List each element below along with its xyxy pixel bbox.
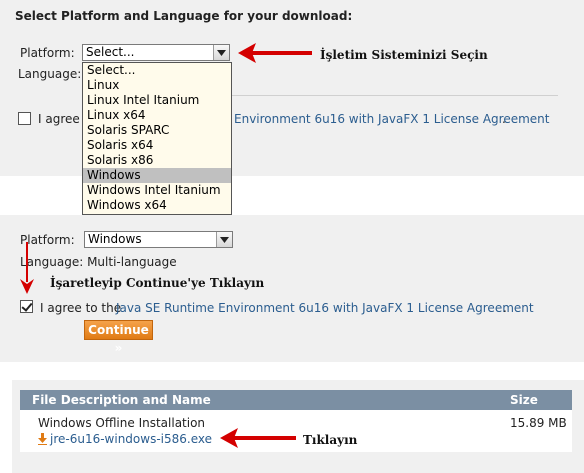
license-link-step2[interactable]: Java SE Runtime Environment 6u16 with Ja…	[116, 301, 534, 315]
agree-text-step1: I agree t	[38, 112, 89, 126]
agree-text-step2: I agree to the	[40, 301, 122, 315]
platform-label: Platform:	[20, 46, 75, 60]
download-link[interactable]: jre-6u16-windows-i586.exe	[38, 432, 212, 446]
platform-dropdown-list[interactable]: Select... Linux Linux Intel Itanium Linu…	[82, 62, 232, 215]
platform-select[interactable]: Windows	[84, 231, 233, 248]
agree-checkbox-step1[interactable]	[18, 112, 31, 125]
agree-checkbox-step2[interactable]	[20, 300, 33, 313]
agree-period-step2: .	[503, 301, 507, 315]
column-file-description: File Description and Name	[32, 393, 211, 407]
platform-label: Platform:	[20, 233, 75, 247]
table-row: Windows Offline Installation 15.89 MB jr…	[20, 410, 572, 452]
platform-select-value: Select...	[86, 45, 135, 59]
language-label: Language:	[18, 67, 82, 81]
continue-button[interactable]: Continue »	[84, 320, 153, 355]
language-text: Language: Multi-language	[20, 255, 177, 269]
chevron-down-icon[interactable]	[213, 45, 229, 60]
file-size: 15.89 MB	[510, 416, 567, 430]
file-description: Windows Offline Installation	[38, 416, 206, 430]
dropdown-option[interactable]: Windows Intel Itanium	[83, 183, 231, 198]
dropdown-option[interactable]: Linux	[83, 78, 231, 93]
annotation-select-os: İşletim Sisteminizi Seçin	[320, 48, 488, 62]
dropdown-option[interactable]: Select...	[83, 63, 231, 78]
annotation-check-continue: İşaretleyip Continue'ye Tıklayın	[50, 276, 265, 290]
dropdown-option-highlighted[interactable]: Windows	[83, 168, 231, 183]
download-arrow-icon	[38, 433, 47, 445]
platform-select[interactable]: Select...	[82, 44, 230, 61]
dropdown-option[interactable]: Windows x64	[83, 198, 231, 213]
dropdown-option[interactable]: Linux x64	[83, 108, 231, 123]
dropdown-option[interactable]: Solaris SPARC	[83, 123, 231, 138]
table-header: File Description and Name Size	[20, 390, 572, 410]
dropdown-option[interactable]: Linux Intel Itanium	[83, 93, 231, 108]
column-size: Size	[510, 393, 538, 407]
dropdown-option[interactable]: Solaris x64	[83, 138, 231, 153]
chevron-down-icon[interactable]	[216, 232, 232, 247]
agree-period-step1: .	[502, 112, 506, 126]
download-heading: Select Platform and Language for your do…	[15, 9, 353, 23]
download-file-name[interactable]: jre-6u16-windows-i586.exe	[50, 432, 212, 446]
annotation-click: Tıklayın	[303, 433, 358, 447]
dropdown-option[interactable]: Solaris x86	[83, 153, 231, 168]
divider	[232, 95, 558, 96]
download-table: File Description and Name Size Windows O…	[20, 390, 572, 452]
platform-select-value: Windows	[88, 232, 142, 246]
